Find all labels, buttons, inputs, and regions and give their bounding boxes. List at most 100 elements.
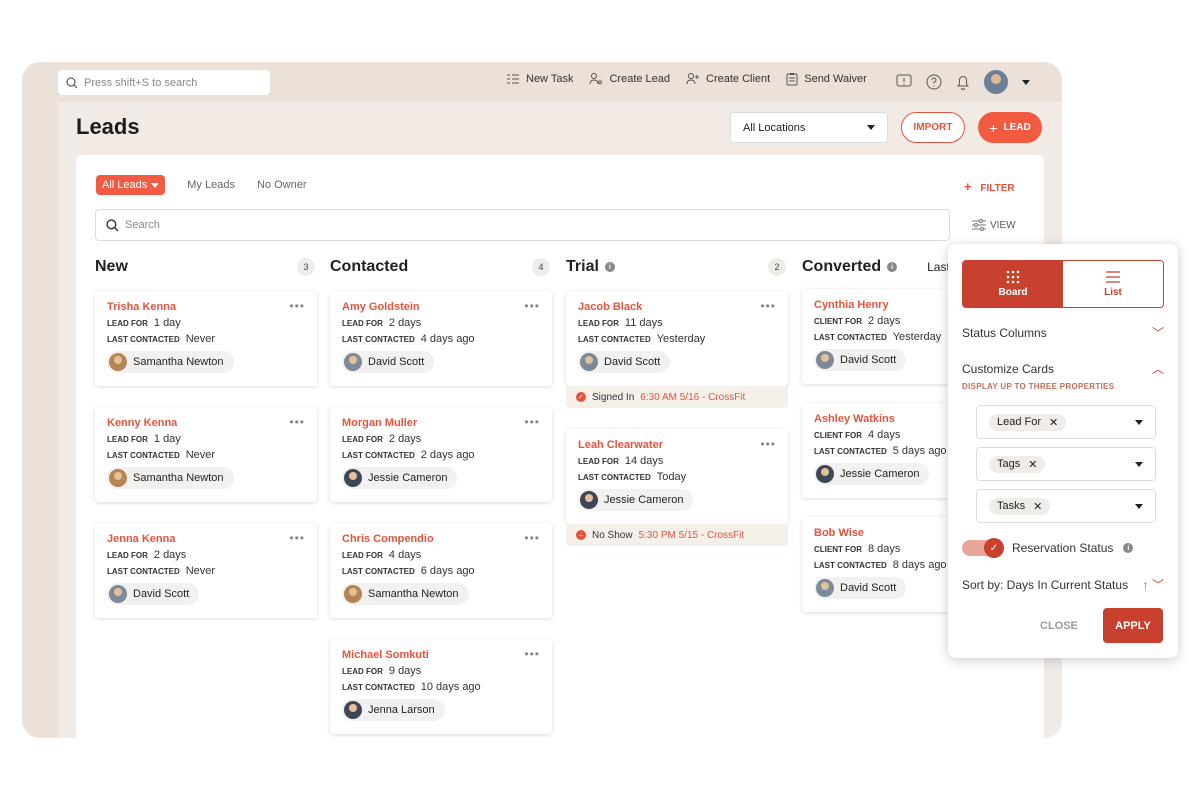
board-view-button[interactable]: Board <box>963 261 1063 307</box>
owner-chip[interactable]: David Scott <box>342 351 435 373</box>
create-client-button[interactable]: Create Client <box>686 72 770 86</box>
reservation-status-detail: 6:30 AM 5/16 - CrossFit <box>640 391 746 403</box>
lead-card[interactable]: Amy Goldstein ••• LEAD FOR 2 days LAST CO… <box>330 291 552 386</box>
apply-button[interactable]: APPLY <box>1103 608 1163 643</box>
property-label: LAST CONTACTED <box>107 567 180 576</box>
property-label: LEAD FOR <box>578 457 619 466</box>
owner-chip[interactable]: Samantha Newton <box>342 583 469 605</box>
card-property-select[interactable]: Tags ✕ <box>976 447 1156 481</box>
user-menu-caret-icon[interactable] <box>1022 79 1030 85</box>
import-button[interactable]: IMPORT <box>901 112 965 143</box>
lead-name[interactable]: Trisha Kenna <box>107 301 305 313</box>
more-options-icon[interactable]: ••• <box>524 647 540 661</box>
reservation-status-toggle[interactable]: ✓ <box>962 538 1004 558</box>
lead-name[interactable]: Morgan Muller <box>342 417 540 429</box>
more-options-icon[interactable]: ••• <box>524 299 540 313</box>
property-value: 1 day <box>153 317 181 329</box>
customize-cards-label: Customize Cards <box>962 361 1055 376</box>
card-property-row: LEAD FOR 1 day <box>107 433 305 445</box>
user-avatar[interactable] <box>984 70 1008 94</box>
create-lead-button[interactable]: Create Lead <box>589 72 670 86</box>
lead-name[interactable]: Jenna Kenna <box>107 533 305 545</box>
card-property-select[interactable]: Tasks ✕ <box>976 489 1156 523</box>
owner-chip[interactable]: Samantha Newton <box>107 467 234 489</box>
chevron-down-icon[interactable]: ﹀ <box>1152 578 1164 592</box>
property-value: 2 days <box>388 317 422 329</box>
notification-bell-icon[interactable] <box>956 74 970 90</box>
more-options-icon[interactable]: ••• <box>289 299 305 313</box>
more-options-icon[interactable]: ••• <box>760 299 776 313</box>
more-options-icon[interactable]: ••• <box>289 415 305 429</box>
owner-name: Jessie Cameron <box>368 472 448 484</box>
more-options-icon[interactable]: ••• <box>289 531 305 545</box>
location-select[interactable]: All Locations <box>730 112 888 143</box>
lead-name[interactable]: Chris Compendio <box>342 533 540 545</box>
close-button[interactable]: CLOSE <box>1040 620 1078 632</box>
owner-chip[interactable]: David Scott <box>107 583 200 605</box>
property-value: 2 days <box>153 549 187 561</box>
lead-name[interactable]: Kenny Kenna <box>107 417 305 429</box>
status-column-contacted: Contacted 4 Amy Goldstein ••• LEAD FOR 2 … <box>330 255 552 734</box>
feedback-icon[interactable] <box>896 74 912 90</box>
owner-name: Samantha Newton <box>133 472 224 484</box>
chevron-down-icon: ﹀ <box>1151 326 1164 340</box>
tab-my-leads[interactable]: My Leads <box>187 179 235 191</box>
global-search-input[interactable]: Press shift+S to search <box>58 70 270 95</box>
lead-card[interactable]: Trisha Kenna ••• LEAD FOR 1 day LAST CONT… <box>95 291 317 386</box>
lead-card[interactable]: Jenna Kenna ••• LEAD FOR 2 days LAST CONT… <box>95 523 317 618</box>
property-value: 4 days <box>388 549 422 561</box>
owner-chip[interactable]: Samantha Newton <box>107 351 234 373</box>
info-icon[interactable]: i <box>1123 543 1134 553</box>
owner-chip[interactable]: Jessie Cameron <box>342 467 458 489</box>
filter-button[interactable]: + FILTER <box>964 179 1015 194</box>
more-options-icon[interactable]: ••• <box>524 415 540 429</box>
owner-chip[interactable]: Jessie Cameron <box>814 463 930 485</box>
status-columns-section[interactable]: Status Columns ﹀ <box>962 324 1164 341</box>
info-icon[interactable]: i <box>604 262 615 272</box>
lead-card[interactable]: Leah Clearwater ••• LEAD FOR 14 days LAST… <box>566 429 788 546</box>
view-button[interactable]: VIEW <box>971 219 1016 231</box>
more-options-icon[interactable]: ••• <box>524 531 540 545</box>
lead-card[interactable]: Jacob Black ••• LEAD FOR 11 days LAST CON… <box>566 291 788 408</box>
more-options-icon[interactable]: ••• <box>760 437 776 451</box>
lead-name[interactable]: Jacob Black <box>578 301 776 313</box>
owner-chip[interactable]: Jessie Cameron <box>578 489 694 511</box>
tab-no-owner[interactable]: No Owner <box>257 179 307 191</box>
column-count-badge: 4 <box>532 258 550 276</box>
board-search-input[interactable]: Search <box>95 209 950 241</box>
list-view-label: List <box>1104 287 1122 298</box>
property-label: LEAD FOR <box>342 667 383 676</box>
new-task-button[interactable]: New Task <box>506 73 573 85</box>
remove-icon[interactable]: ✕ <box>1028 458 1037 471</box>
owner-chip[interactable]: Jenna Larson <box>342 699 445 721</box>
remove-icon[interactable]: ✕ <box>1033 500 1042 513</box>
lead-name[interactable]: Leah Clearwater <box>578 439 776 451</box>
lead-name[interactable]: Amy Goldstein <box>342 301 540 313</box>
tab-all-leads[interactable]: All Leads <box>96 175 166 195</box>
grid-icon <box>1006 270 1020 284</box>
send-waiver-button[interactable]: Send Waiver <box>786 72 867 86</box>
owner-chip[interactable]: David Scott <box>814 577 907 599</box>
owner-avatar <box>344 353 362 371</box>
property-label: LAST CONTACTED <box>814 561 887 570</box>
customize-cards-section[interactable]: Customize Cards ︿ <box>962 360 1164 377</box>
lead-name[interactable]: Michael Somkuti <box>342 649 540 661</box>
search-icon <box>66 76 78 88</box>
remove-icon[interactable]: ✕ <box>1049 416 1058 429</box>
lead-card[interactable]: Morgan Muller ••• LEAD FOR 2 days LAST CO… <box>330 407 552 502</box>
arrow-up-icon[interactable]: ↑ <box>1143 578 1149 592</box>
info-icon[interactable]: i <box>887 262 898 272</box>
list-view-button[interactable]: List <box>1063 261 1163 307</box>
lead-card[interactable]: Michael Somkuti ••• LEAD FOR 9 days LAST … <box>330 639 552 734</box>
board-search-placeholder: Search <box>125 219 160 231</box>
owner-chip[interactable]: David Scott <box>814 349 907 371</box>
filter-label: FILTER <box>980 183 1015 194</box>
help-icon[interactable] <box>926 74 942 90</box>
add-lead-button[interactable]: + LEAD <box>978 112 1042 143</box>
sort-row[interactable]: Sort by: Days In Current Status ↑ ﹀ <box>962 576 1164 593</box>
lead-card[interactable]: Chris Compendio ••• LEAD FOR 4 days LAST … <box>330 523 552 618</box>
card-property-select[interactable]: Lead For ✕ <box>976 405 1156 439</box>
card-property-row: LAST CONTACTED Never <box>107 565 305 577</box>
lead-card[interactable]: Kenny Kenna ••• LEAD FOR 1 day LAST CONTA… <box>95 407 317 502</box>
owner-chip[interactable]: David Scott <box>578 351 671 373</box>
